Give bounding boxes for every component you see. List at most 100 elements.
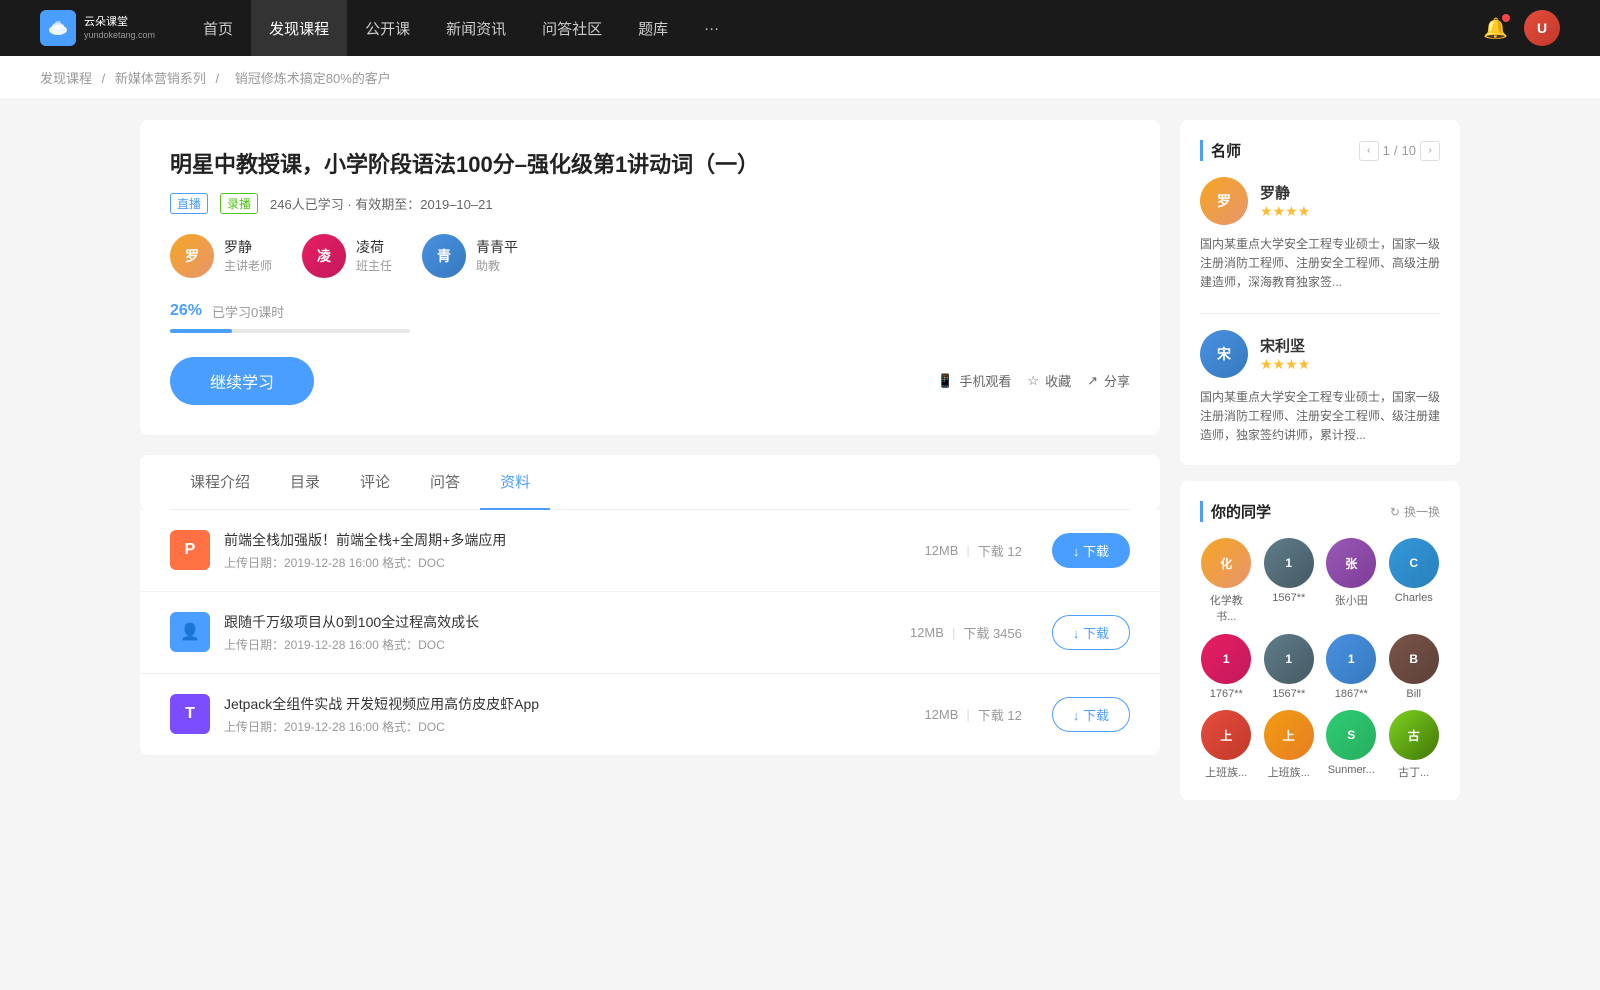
tc-desc-0: 国内某重点大学安全工程专业硕士，国家一级注册消防工程师、注册安全工程师、高级注册… — [1200, 235, 1440, 293]
breadcrumb-series[interactable]: 新媒体营销系列 — [115, 71, 206, 86]
nav-home[interactable]: 首页 — [185, 0, 251, 56]
next-page-btn[interactable]: › — [1420, 141, 1440, 161]
classmate-avatar-3: C — [1389, 538, 1439, 588]
classmate-avatar-4: 1 — [1201, 634, 1251, 684]
tab-catalog[interactable]: 目录 — [270, 455, 340, 510]
classmate-11: 古 古丁... — [1388, 710, 1441, 780]
resource-icon-letter-2: T — [185, 705, 195, 723]
download-btn-0[interactable]: ↓ 下载 — [1052, 533, 1130, 568]
tab-intro[interactable]: 课程介绍 — [170, 455, 270, 510]
user-avatar-nav[interactable]: U — [1524, 10, 1560, 46]
refresh-button[interactable]: ↻ 换一换 — [1390, 503, 1440, 520]
teacher-name-2: 青青平 — [476, 237, 518, 257]
classmate-name-0: 化学教书... — [1200, 592, 1253, 624]
resource-size-2: 12MB — [924, 707, 958, 722]
classmate-2: 张 张小田 — [1325, 538, 1378, 624]
teachers-sidebar-title: 名师 ‹ 1 / 10 › — [1200, 140, 1440, 161]
tc-header-0: 罗 罗静 ★★★★ — [1200, 177, 1440, 225]
classmate-4: 1 1767** — [1200, 634, 1253, 700]
refresh-section: ↻ 换一换 — [1390, 503, 1440, 520]
tc-stars-0: ★★★★ — [1260, 203, 1310, 220]
teacher-divider — [1200, 313, 1440, 314]
share-icon: ↗ — [1087, 373, 1098, 389]
teacher-item-2: 青 青青平 助教 — [422, 234, 518, 278]
classmates-grid: 化 化学教书... 1 1567** 张 张小田 — [1200, 538, 1440, 780]
tab-reviews[interactable]: 评论 — [340, 455, 410, 510]
resource-name-2: Jetpack全组件实战 开发短视频应用高仿皮皮虾App — [224, 694, 894, 714]
classmate-avatar-6: 1 — [1326, 634, 1376, 684]
mobile-watch-btn[interactable]: 📱 手机观看 — [937, 371, 1011, 390]
progress-bar-bg — [170, 329, 410, 333]
brand-sub: yundoketang.com — [84, 30, 155, 40]
download-btn-2[interactable]: ↓ 下载 — [1052, 697, 1130, 732]
classmates-sidebar-title: 你的同学 ↻ 换一换 — [1200, 501, 1440, 522]
resource-sub-1: 上传日期：2019-12-28 16:00 格式：DOC — [224, 636, 880, 653]
main-container: 明星中教授课，小学阶段语法100分–强化级第1讲动词（一） 直播 录播 246人… — [100, 100, 1500, 836]
resource-stats-0: 12MB | 下载 12 — [924, 541, 1021, 560]
nav-more[interactable]: ··· — [686, 0, 737, 56]
collect-label: 收藏 — [1045, 371, 1071, 390]
course-meta-text: 246人已学习 · 有效期至：2019–10–21 — [270, 194, 493, 213]
progress-section: 26% 已学习0课时 — [170, 302, 1130, 333]
nav-discover[interactable]: 发现课程 — [251, 0, 347, 56]
classmate-name-7: Bill — [1406, 688, 1421, 700]
prev-page-btn[interactable]: ‹ — [1359, 141, 1379, 161]
share-label: 分享 — [1104, 371, 1130, 390]
classmate-7: B Bill — [1388, 634, 1441, 700]
action-buttons: 📱 手机观看 ☆ 收藏 ↗ 分享 — [937, 371, 1130, 390]
tc-avatar-0: 罗 — [1200, 177, 1248, 225]
classmate-0: 化 化学教书... — [1200, 538, 1253, 624]
download-btn-1[interactable]: ↓ 下载 — [1052, 615, 1130, 650]
classmates-sidebar-card: 你的同学 ↻ 换一换 化 化学教书... 1 — [1180, 481, 1460, 800]
page-nav: ‹ 1 / 10 › — [1359, 141, 1440, 161]
breadcrumb-current: 销冠修炼术搞定80%的客户 — [235, 71, 391, 86]
classmate-avatar-7: B — [1389, 634, 1439, 684]
teacher-card-1: 宋 宋利坚 ★★★★ 国内某重点大学安全工程专业硕士，国家一级注册消防工程师、注… — [1200, 330, 1440, 446]
brand-name: 云朵课堂 — [84, 16, 155, 29]
resource-downloads-1: 下载 3456 — [963, 623, 1022, 642]
breadcrumb-discover[interactable]: 发现课程 — [40, 71, 92, 86]
tab-resources[interactable]: 资料 — [480, 455, 550, 510]
resources-list: P 前端全栈加强版！前端全栈+全周期+多端应用 上传日期：2019-12-28 … — [140, 510, 1160, 755]
nav-news[interactable]: 新闻资讯 — [428, 0, 524, 56]
nav-public[interactable]: 公开课 — [347, 0, 428, 56]
teacher-avatar-0: 罗 — [170, 234, 214, 278]
star-icon: ☆ — [1027, 373, 1039, 389]
resource-item-0: P 前端全栈加强版！前端全栈+全周期+多端应用 上传日期：2019-12-28 … — [140, 510, 1160, 592]
teacher-avatar-2: 青 — [422, 234, 466, 278]
resource-name-1: 跟随千万级项目从0到100全过程高效成长 — [224, 612, 880, 632]
nav-qa[interactable]: 问答社区 — [524, 0, 620, 56]
share-btn[interactable]: ↗ 分享 — [1087, 371, 1130, 390]
tab-qa[interactable]: 问答 — [410, 455, 480, 510]
classmate-name-6: 1867** — [1335, 688, 1368, 700]
notification-bell[interactable]: 🔔 — [1483, 16, 1508, 41]
notification-dot — [1502, 14, 1510, 22]
right-sidebar: 名师 ‹ 1 / 10 › 罗 罗静 — [1180, 120, 1460, 816]
progress-text: 已学习0课时 — [212, 302, 284, 321]
tc-name-1: 宋利坚 — [1260, 335, 1310, 356]
tc-stars-1: ★★★★ — [1260, 356, 1310, 373]
mobile-icon: 📱 — [937, 373, 953, 389]
continue-button[interactable]: 继续学习 — [170, 357, 314, 405]
course-actions: 继续学习 📱 手机观看 ☆ 收藏 ↗ 分享 — [170, 357, 1130, 405]
collect-btn[interactable]: ☆ 收藏 — [1027, 371, 1071, 390]
page-current: 1 — [1383, 143, 1390, 158]
classmate-avatar-8: 上 — [1201, 710, 1251, 760]
course-card: 明星中教授课，小学阶段语法100分–强化级第1讲动词（一） 直播 录播 246人… — [140, 120, 1160, 435]
tc-header-1: 宋 宋利坚 ★★★★ — [1200, 330, 1440, 378]
classmate-name-3: Charles — [1395, 592, 1433, 604]
classmate-name-10: Sunmer... — [1328, 764, 1375, 776]
tc-name-0: 罗静 — [1260, 182, 1310, 203]
breadcrumb-sep-2: / — [216, 71, 223, 86]
classmate-name-1: 1567** — [1272, 592, 1305, 604]
classmate-avatar-5: 1 — [1264, 634, 1314, 684]
resource-size-1: 12MB — [910, 625, 944, 640]
resource-icon-0: P — [170, 530, 210, 570]
classmate-avatar-2: 张 — [1326, 538, 1376, 588]
logo[interactable]: 云朵课堂 yundoketang.com — [40, 10, 155, 46]
breadcrumb-sep-1: / — [102, 71, 109, 86]
teacher-name-1: 凌荷 — [356, 237, 392, 257]
classmate-9: 上 上班族... — [1263, 710, 1316, 780]
nav-quiz[interactable]: 题库 — [620, 0, 686, 56]
nav-right: 🔔 U — [1483, 10, 1560, 46]
